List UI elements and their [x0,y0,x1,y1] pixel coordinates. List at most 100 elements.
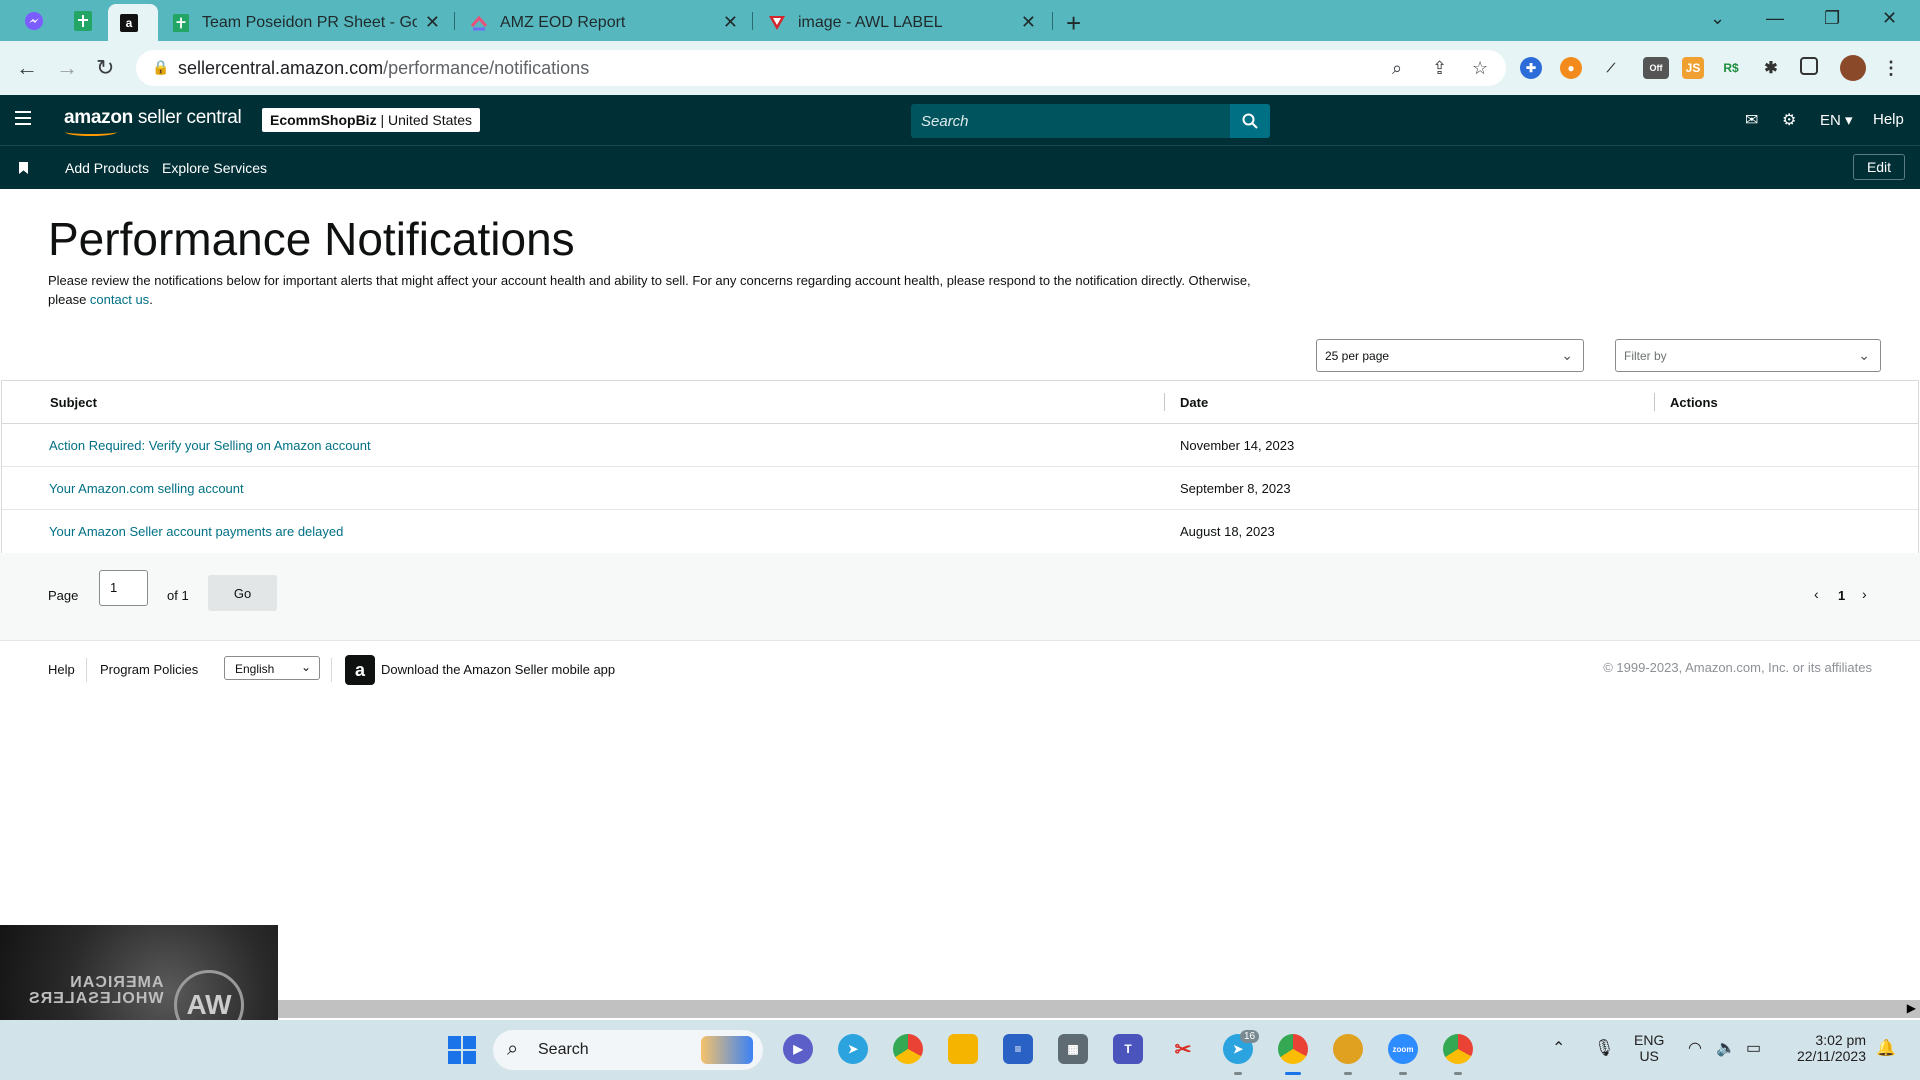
amazon-icon: a [120,13,138,32]
app-icon[interactable] [1333,1034,1363,1064]
teams-icon[interactable]: T [1113,1034,1143,1064]
tab-team-poseidon[interactable]: Team Poseidon PR Sheet - Goog ✕ [160,4,452,41]
menu-kebab-icon[interactable]: ⋮ [1880,57,1902,79]
next-page-icon[interactable]: › [1862,586,1867,602]
calculator-icon[interactable]: ▦ [1058,1034,1088,1064]
seller-app-icon[interactable]: a [345,655,375,685]
new-tab-button[interactable]: + [1066,8,1081,39]
minimize-button[interactable]: — [1766,8,1784,29]
messenger-icon [25,12,43,30]
intro-text: Please review the notifications below fo… [48,273,1251,307]
forward-button[interactable]: → [56,55,78,81]
notifications-table: Subject Date Actions Action Required: Ve… [1,380,1919,554]
settings-gear-icon[interactable]: ⚙ [1782,110,1796,130]
search-button[interactable] [1230,104,1270,138]
side-panel-icon[interactable] [1800,57,1818,75]
profile-avatar[interactable] [1840,55,1866,81]
close-tab-icon[interactable]: ✕ [723,12,738,33]
zoom-icon[interactable]: zoom [1388,1034,1418,1064]
subnav-explore-services[interactable]: Explore Services [162,160,267,176]
horizontal-scrollbar[interactable]: ▶ [278,1000,1920,1018]
tab-search-chevron-icon[interactable]: ⌄ [1710,8,1725,29]
subnav-add-products[interactable]: Add Products [65,160,149,176]
notification-bell-icon[interactable]: 🔔 [1876,1038,1896,1058]
notification-subject-link[interactable]: Your Amazon.com selling account [49,481,244,496]
footer-language-select[interactable]: English ⌄ [224,656,320,680]
column-divider [1654,393,1655,411]
close-tab-icon[interactable]: ✕ [1021,12,1036,33]
tab-amz-eod-report[interactable]: AMZ EOD Report ✕ [458,4,750,41]
extension-icon[interactable]: R$ [1720,57,1742,79]
language-selector[interactable]: EN ▾ [1820,111,1853,129]
file-explorer-icon[interactable] [948,1034,978,1064]
notepad-icon[interactable]: ≡ [1003,1034,1033,1064]
tab-separator [1052,12,1053,30]
zoom-icon[interactable]: ⌕ [1392,58,1402,79]
address-bar[interactable]: 🔒 sellercentral.amazon.com/performance/n… [136,50,1506,86]
tab-title: image - AWL LABEL [798,13,943,31]
bookmark-icon[interactable] [19,162,28,174]
page-total: of 1 [167,588,189,603]
page-number-input[interactable]: 1 [99,570,148,606]
reload-button[interactable]: ↻ [96,55,114,81]
notification-subject-link[interactable]: Action Required: Verify your Selling on … [49,438,371,453]
go-button[interactable]: Go [208,575,277,611]
taskbar-search[interactable]: ⌕ Search [493,1030,763,1070]
close-window-button[interactable]: ✕ [1882,8,1897,29]
footer-help-link[interactable]: Help [48,662,75,677]
contact-us-link[interactable]: contact us [90,292,149,307]
restore-button[interactable]: ❐ [1824,8,1840,29]
prev-page-icon[interactable]: ‹ [1814,586,1819,602]
share-icon[interactable]: ⇪ [1432,58,1447,79]
show-hidden-icons-chevron[interactable]: ⌃ [1552,1038,1565,1058]
seller-central-logo[interactable]: amazon seller central [64,107,242,136]
amazon-active-tab[interactable]: a [108,4,158,41]
close-tab-icon[interactable]: ✕ [425,12,440,33]
telegram-icon[interactable]: ➤ [838,1034,868,1064]
download-app-link[interactable]: Download the Amazon Seller mobile app [381,662,615,677]
tab-separator [454,12,455,30]
bookmark-star-icon[interactable]: ☆ [1472,58,1488,79]
hamburger-menu-icon[interactable] [15,111,31,129]
sheets-pinned-tab[interactable] [64,4,102,38]
battery-icon[interactable]: ▭ [1746,1038,1761,1058]
clock[interactable]: 3:02 pm 22/11/2023 [1786,1032,1866,1064]
notification-subject-link[interactable]: Your Amazon Seller account payments are … [49,524,343,539]
column-subject[interactable]: Subject [50,395,97,410]
extension-icon[interactable]: ⟋ [1600,57,1622,79]
chrome-icon[interactable] [1443,1034,1473,1064]
filter-by-select[interactable]: Filter by ⌄ [1615,339,1881,372]
extension-js-icon[interactable]: JS [1682,57,1704,79]
messenger-tab[interactable] [15,4,53,38]
per-page-select[interactable]: 25 per page ⌄ [1316,339,1584,372]
chrome-icon[interactable] [1278,1034,1308,1064]
footer-divider [331,658,332,682]
puzzle-icon[interactable]: ✱ [1760,57,1782,79]
column-date[interactable]: Date [1180,395,1208,410]
input-language[interactable]: ENG US [1634,1032,1664,1064]
current-page-number[interactable]: 1 [1838,588,1845,603]
chrome-icon[interactable] [893,1034,923,1064]
snipping-tool-icon[interactable]: ✂ [1168,1034,1198,1064]
copyright-text: © 1999-2023, Amazon.com, Inc. or its aff… [1603,660,1872,675]
wifi-icon[interactable]: ◠ [1688,1038,1702,1058]
extension-icon[interactable]: ✚ [1520,57,1542,79]
microphone-icon[interactable]: 🎙 [1594,1038,1614,1058]
google-sheets-icon [172,13,190,32]
video-overlay-thumbnail[interactable]: AMERICAN WHOLESALERS AW [0,925,278,1020]
meet-app-icon[interactable]: ▶ [783,1034,813,1064]
help-link[interactable]: Help [1873,111,1904,128]
volume-icon[interactable]: 🔈 [1716,1038,1736,1058]
mail-icon[interactable]: ✉ [1745,110,1758,130]
windows-start-icon[interactable] [448,1036,476,1064]
extension-off-icon[interactable]: Off [1643,57,1669,79]
footer-program-policies-link[interactable]: Program Policies [100,662,198,677]
search-icon: ⌕ [507,1038,519,1060]
seller-search-input[interactable]: Search [911,104,1270,138]
store-switcher[interactable]: EcommShopBiz | United States [262,108,481,132]
edit-nav-button[interactable]: Edit [1853,154,1905,180]
tab-image-awl-label[interactable]: image - AWL LABEL ✕ [756,4,1048,41]
back-button[interactable]: ← [16,55,38,81]
scroll-right-icon[interactable]: ▶ [1907,1001,1916,1015]
extension-icon[interactable]: ● [1560,57,1582,79]
